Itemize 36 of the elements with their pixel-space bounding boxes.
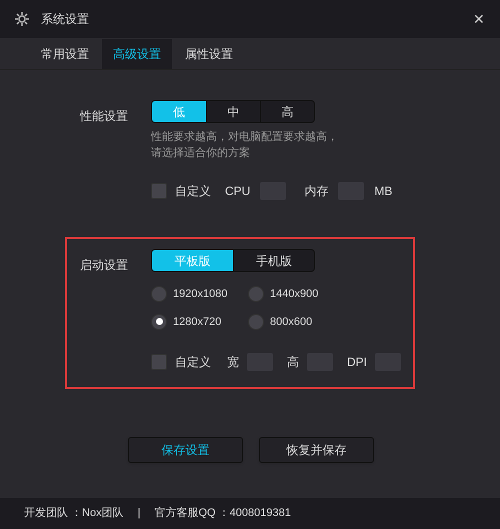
dpi-label: DPI	[347, 355, 368, 369]
window-title: 系统设置	[41, 11, 89, 28]
height-label: 高	[287, 355, 299, 369]
radio-label: 800x600	[270, 314, 312, 330]
hint-text: 请选择适合你的方案	[151, 146, 250, 161]
hint-text: 性能要求越高，对电脑配置要求越高，	[151, 130, 338, 145]
checkbox-label: 自定义	[175, 183, 211, 200]
field-label: 启动设置	[80, 258, 128, 272]
segment-option[interactable]: 手机版	[233, 250, 314, 271]
radio-label: 1920x1080	[173, 287, 228, 302]
support-text: 官方客服QQ ：4008019381	[154, 506, 291, 522]
radio-button[interactable]	[151, 314, 167, 330]
action-button[interactable]: 保存设置	[128, 437, 243, 463]
checkbox[interactable]	[151, 183, 167, 199]
settings-icon	[15, 12, 29, 26]
width-label: 宽	[227, 355, 239, 369]
radio-label: 1440x900	[270, 287, 318, 302]
developer-text: 开发团队 ：Nox团队	[24, 506, 124, 522]
field-label: 性能设置	[80, 109, 128, 123]
tab[interactable]: 常用设置	[30, 39, 100, 69]
unit-label: MB	[374, 183, 392, 200]
checkbox[interactable]	[151, 354, 167, 370]
radio-label: 1280x720	[173, 314, 222, 330]
radio-button[interactable]	[248, 314, 264, 330]
tab[interactable]: 高级设置	[102, 39, 172, 69]
segment-option[interactable]: 中	[206, 101, 260, 122]
radio-button[interactable]	[248, 286, 264, 302]
memory-label: 内存	[304, 184, 328, 198]
cpu-label: CPU	[225, 184, 250, 198]
tab[interactable]: 属性设置	[174, 39, 244, 69]
radio-button[interactable]	[151, 286, 167, 302]
separator-text: |	[138, 506, 140, 522]
checkbox-label: 自定义	[175, 354, 211, 371]
close-button[interactable]: ✕	[473, 8, 485, 30]
action-button[interactable]: 恢复并保存	[259, 437, 374, 463]
segment-option[interactable]: 高	[260, 101, 314, 122]
